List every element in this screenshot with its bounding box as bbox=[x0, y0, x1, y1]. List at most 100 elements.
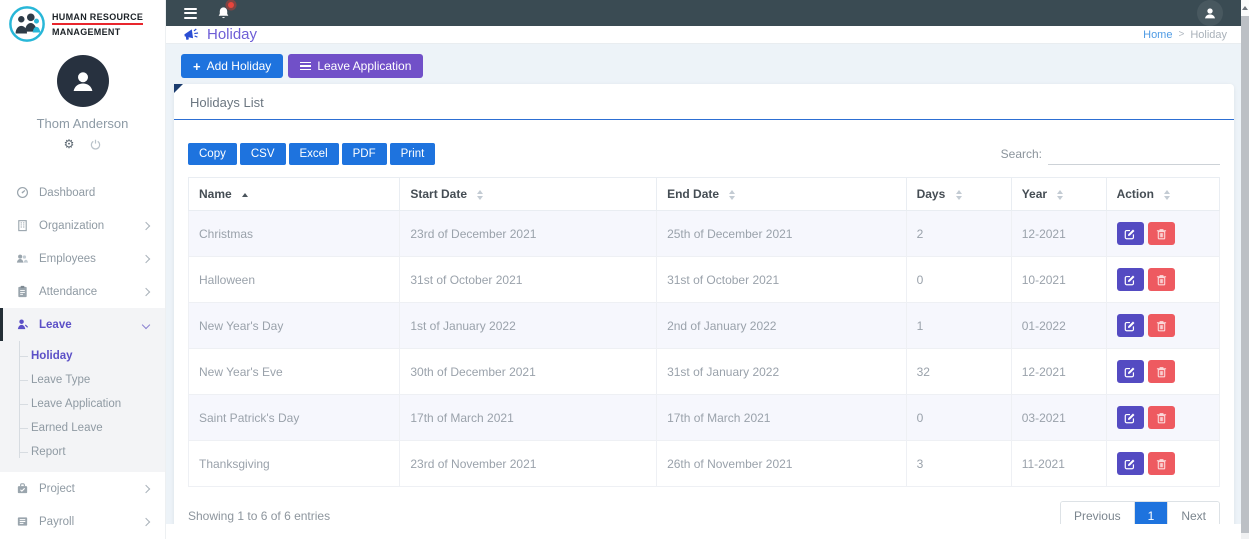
breadcrumb-home-link[interactable]: Home bbox=[1143, 29, 1172, 41]
sidebar-item-organization[interactable]: Organization bbox=[0, 209, 165, 242]
pdf-button[interactable]: PDF bbox=[342, 143, 387, 165]
column-header-end-date[interactable]: End Date bbox=[657, 178, 907, 211]
logo-text: HUMAN RESOURCE MANAGEMENT bbox=[52, 12, 143, 37]
copy-button[interactable]: Copy bbox=[188, 143, 237, 165]
sidebar-item-project[interactable]: Project bbox=[0, 472, 165, 505]
sidebar-item-payroll[interactable]: Payroll bbox=[0, 505, 165, 538]
end-date: 26th of November 2021 bbox=[657, 441, 907, 487]
delete-button[interactable] bbox=[1148, 452, 1175, 475]
column-header-days[interactable]: Days bbox=[906, 178, 1011, 211]
sort-icon bbox=[1057, 190, 1063, 200]
brand-line2: MANAGEMENT bbox=[52, 27, 143, 37]
user-avatar bbox=[57, 55, 109, 107]
page-title: Holiday bbox=[207, 26, 257, 43]
sort-asc-icon bbox=[242, 193, 248, 197]
plus-icon: + bbox=[193, 60, 201, 73]
breadcrumb-separator: > bbox=[1178, 29, 1184, 40]
edit-button[interactable] bbox=[1117, 452, 1144, 475]
year: 03-2021 bbox=[1011, 395, 1106, 441]
column-header-start-date[interactable]: Start Date bbox=[400, 178, 657, 211]
sidebar-item-dashboard[interactable]: Dashboard bbox=[0, 176, 165, 209]
attendance-icon bbox=[15, 285, 29, 298]
leave-application-button[interactable]: Leave Application bbox=[288, 54, 423, 78]
start-date: 23rd of December 2021 bbox=[400, 211, 657, 257]
end-date: 17th of March 2021 bbox=[657, 395, 907, 441]
print-button[interactable]: Print bbox=[390, 143, 436, 165]
edit-button[interactable] bbox=[1117, 360, 1144, 383]
year: 12-2021 bbox=[1011, 349, 1106, 395]
search-label: Search: bbox=[1001, 147, 1042, 161]
year: 12-2021 bbox=[1011, 211, 1106, 257]
megaphone-icon bbox=[182, 26, 200, 43]
add-holiday-button[interactable]: + Add Holiday bbox=[181, 54, 283, 78]
action-cell bbox=[1106, 303, 1219, 349]
action-cell bbox=[1106, 349, 1219, 395]
topbar-user-avatar[interactable] bbox=[1197, 0, 1223, 26]
holiday-name: Thanksgiving bbox=[189, 441, 400, 487]
column-header-year[interactable]: Year bbox=[1011, 178, 1106, 211]
edit-button[interactable] bbox=[1117, 314, 1144, 337]
edit-button[interactable] bbox=[1117, 268, 1144, 291]
scroll-up-arrow[interactable] bbox=[1241, 0, 1249, 16]
sidebar-item-label: Leave bbox=[39, 319, 72, 331]
start-date: 23rd of November 2021 bbox=[400, 441, 657, 487]
topbar bbox=[166, 0, 1249, 26]
delete-button[interactable] bbox=[1148, 222, 1175, 245]
delete-button[interactable] bbox=[1148, 314, 1175, 337]
sort-icon bbox=[956, 190, 962, 200]
delete-button[interactable] bbox=[1148, 360, 1175, 383]
card-title: Holidays List bbox=[174, 84, 1234, 120]
sidebar-item-employees[interactable]: Employees bbox=[0, 242, 165, 275]
table-row: New Year's Day 1st of January 2022 2nd o… bbox=[189, 303, 1220, 349]
app-window: HUMAN RESOURCE MANAGEMENT Thom Anderson … bbox=[0, 0, 1249, 539]
hamburger-menu-icon[interactable] bbox=[184, 8, 197, 19]
vertical-scrollbar[interactable] bbox=[1241, 0, 1249, 539]
holidays-table: Name Start Date End Date bbox=[188, 177, 1220, 487]
edit-button[interactable] bbox=[1117, 406, 1144, 429]
search-input[interactable] bbox=[1048, 144, 1220, 165]
list-icon bbox=[300, 62, 311, 71]
settings-gear-icon[interactable]: ⚙ bbox=[64, 138, 75, 150]
page-toolbar: + Add Holiday Leave Application bbox=[181, 54, 1234, 78]
action-cell bbox=[1106, 257, 1219, 303]
notification-dot bbox=[228, 2, 234, 8]
holidays-list-card: Holidays List Copy CSV Excel PDF Print S… bbox=[174, 84, 1234, 539]
days: 0 bbox=[906, 395, 1011, 441]
sidebar-item-label: Attendance bbox=[39, 286, 97, 298]
csv-button[interactable]: CSV bbox=[240, 143, 286, 165]
dashboard-icon bbox=[15, 186, 29, 199]
breadcrumb: Home > Holiday bbox=[1143, 29, 1227, 41]
days: 3 bbox=[906, 441, 1011, 487]
column-header-name[interactable]: Name bbox=[189, 178, 400, 211]
end-date: 25th of December 2021 bbox=[657, 211, 907, 257]
delete-button[interactable] bbox=[1148, 406, 1175, 429]
days: 32 bbox=[906, 349, 1011, 395]
power-icon[interactable] bbox=[90, 139, 101, 150]
leave-icon bbox=[15, 318, 29, 331]
submenu-item-holiday[interactable]: Holiday bbox=[0, 344, 165, 368]
submenu-item-report[interactable]: Report bbox=[0, 440, 165, 464]
table-row: Thanksgiving 23rd of November 2021 26th … bbox=[189, 441, 1220, 487]
sidebar-item-leave[interactable]: Leave bbox=[0, 308, 165, 341]
chevron-right-icon bbox=[143, 483, 149, 495]
edit-button[interactable] bbox=[1117, 222, 1144, 245]
excel-button[interactable]: Excel bbox=[289, 143, 339, 165]
notifications-bell[interactable] bbox=[217, 6, 230, 20]
submenu-item-leave-application[interactable]: Leave Application bbox=[0, 392, 165, 416]
sidebar-item-label: Organization bbox=[39, 220, 104, 232]
submenu-item-earned-leave[interactable]: Earned Leave bbox=[0, 416, 165, 440]
page-content: + Add Holiday Leave Application Holidays… bbox=[166, 44, 1249, 539]
column-header-action[interactable]: Action bbox=[1106, 178, 1219, 211]
scrollbar-thumb[interactable] bbox=[1241, 16, 1249, 533]
submenu-item-leave-type[interactable]: Leave Type bbox=[0, 368, 165, 392]
end-date: 31st of October 2021 bbox=[657, 257, 907, 303]
days: 0 bbox=[906, 257, 1011, 303]
sort-icon bbox=[1164, 190, 1170, 200]
sidebar: HUMAN RESOURCE MANAGEMENT Thom Anderson … bbox=[0, 0, 166, 539]
leave-submenu: Holiday Leave Type Leave Application Ear… bbox=[0, 341, 165, 472]
end-date: 2nd of January 2022 bbox=[657, 303, 907, 349]
breadcrumb-current: Holiday bbox=[1190, 29, 1227, 41]
delete-button[interactable] bbox=[1148, 268, 1175, 291]
sidebar-item-attendance[interactable]: Attendance bbox=[0, 275, 165, 308]
sidebar-item-label: Employees bbox=[39, 253, 96, 265]
